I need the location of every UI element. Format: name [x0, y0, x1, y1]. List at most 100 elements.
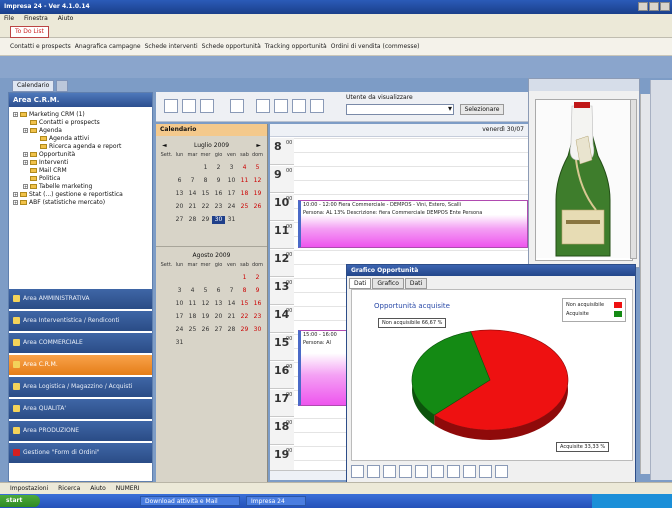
calendar-day[interactable]: 3: [225, 164, 238, 172]
calendar-day[interactable]: 1: [199, 164, 212, 172]
calendar-day[interactable]: 10: [225, 177, 238, 185]
calendar-day[interactable]: 28: [186, 216, 199, 224]
calendar-day[interactable]: 31: [173, 339, 186, 347]
calendar-day[interactable]: 6: [212, 287, 225, 295]
area-button[interactable]: Area AMMINISTRATIVA: [9, 289, 152, 309]
calendar-day[interactable]: 29: [238, 326, 251, 334]
maximize-button[interactable]: [649, 2, 659, 11]
area-button[interactable]: Area COMMERCIALE: [9, 333, 152, 353]
tab-data[interactable]: Dati: [349, 278, 372, 289]
calendar-day[interactable]: 2: [212, 164, 225, 172]
chart-type-icon[interactable]: [447, 465, 460, 478]
status-item[interactable]: Ricerca: [58, 485, 80, 492]
calendar-day[interactable]: 18: [238, 190, 251, 198]
area-button[interactable]: Area C.R.M.: [9, 355, 152, 375]
bookmark-item[interactable]: Tracking opportunità: [265, 43, 327, 50]
prev-month-icon[interactable]: ◄: [162, 142, 167, 149]
calendar-tab-icon[interactable]: [56, 80, 68, 92]
calendar-day[interactable]: 4: [238, 164, 251, 172]
calendar-day[interactable]: 30: [212, 216, 225, 224]
tree-item[interactable]: Ricerca agenda e report: [13, 143, 123, 151]
day-view-icon[interactable]: [256, 99, 270, 113]
calendar-day[interactable]: 13: [173, 190, 186, 198]
calendar-day[interactable]: 26: [251, 203, 264, 211]
rotate-icon[interactable]: [367, 465, 380, 478]
pointer-icon[interactable]: [351, 465, 364, 478]
calendar-day[interactable]: 17: [225, 190, 238, 198]
area-button[interactable]: Gestione "Form di Ordini": [9, 443, 152, 463]
todo-list-button[interactable]: To Do List: [10, 26, 49, 38]
tree-item[interactable]: + Tabelle marketing: [13, 183, 123, 191]
calendar-day[interactable]: 24: [225, 203, 238, 211]
menu-file[interactable]: File: [4, 15, 14, 22]
print-icon[interactable]: [200, 99, 214, 113]
menu-help[interactable]: Aiuto: [58, 15, 74, 22]
area-button[interactable]: Area PRODUZIONE: [9, 421, 152, 441]
expand-icon[interactable]: +: [13, 200, 18, 205]
calendar-day[interactable]: 20: [173, 203, 186, 211]
calendar-day[interactable]: 26: [199, 326, 212, 334]
calendar-day[interactable]: 4: [186, 287, 199, 295]
calendar-day[interactable]: 22: [199, 203, 212, 211]
expand-icon[interactable]: +: [13, 192, 18, 197]
calendar-day[interactable]: 9: [212, 177, 225, 185]
start-button[interactable]: start: [0, 495, 40, 507]
calendar-day[interactable]: 3: [173, 287, 186, 295]
calendar-day[interactable]: 15: [199, 190, 212, 198]
year-view-icon[interactable]: [310, 99, 324, 113]
expand-icon[interactable]: +: [13, 112, 18, 117]
calendar-day[interactable]: 12: [199, 300, 212, 308]
calendar-day[interactable]: 16: [212, 190, 225, 198]
calendar-day[interactable]: 27: [173, 216, 186, 224]
tree-item[interactable]: + Stat (...) gestione e reportistica: [13, 191, 123, 199]
expand-icon[interactable]: +: [23, 152, 28, 157]
calendar-day[interactable]: 16: [251, 300, 264, 308]
calendar-day[interactable]: 18: [186, 313, 199, 321]
tree-item[interactable]: Agenda attivi: [13, 135, 123, 143]
expand-icon[interactable]: +: [23, 160, 28, 165]
minimize-button[interactable]: [638, 2, 648, 11]
area-button[interactable]: Area Interventistica / Rendiconti: [9, 311, 152, 331]
calendar-day[interactable]: 21: [225, 313, 238, 321]
copy-icon[interactable]: [431, 465, 444, 478]
export-icon[interactable]: [479, 465, 492, 478]
zoom-icon[interactable]: [399, 465, 412, 478]
appointment-fiera[interactable]: 10:00 - 12:00 Fiera Commerciale - DEMPOS…: [298, 200, 528, 248]
tree-item[interactable]: Contatti e prospects: [13, 119, 123, 127]
area-button[interactable]: Area Logistica / Magazzino / Acquisti: [9, 377, 152, 397]
3d-icon[interactable]: [415, 465, 428, 478]
resource-select[interactable]: [346, 104, 454, 115]
next-month-icon[interactable]: ►: [256, 142, 261, 149]
calendar-day[interactable]: 17: [173, 313, 186, 321]
taskbar-item[interactable]: Impresa 24: [246, 496, 306, 506]
calendar-day[interactable]: 7: [186, 177, 199, 185]
calendar-day[interactable]: 24: [173, 326, 186, 334]
calendar-day[interactable]: 23: [212, 203, 225, 211]
month-view-icon[interactable]: [292, 99, 306, 113]
week-view-icon[interactable]: [274, 99, 288, 113]
calendar-day[interactable]: 6: [173, 177, 186, 185]
calendar-tab-button[interactable]: Calendario: [12, 80, 55, 92]
calendar-day[interactable]: 22: [238, 313, 251, 321]
new-document-icon[interactable]: [164, 99, 178, 113]
calendar-day[interactable]: 20: [212, 313, 225, 321]
calendar-day[interactable]: 8: [199, 177, 212, 185]
calendar-day[interactable]: 25: [186, 326, 199, 334]
tab-chart[interactable]: Grafico: [372, 278, 404, 289]
move-icon[interactable]: [383, 465, 396, 478]
bookmark-item[interactable]: Contatti e prospects: [10, 43, 71, 50]
save-chart-icon[interactable]: [495, 465, 508, 478]
calendar-day[interactable]: 9: [251, 287, 264, 295]
expand-icon[interactable]: +: [23, 128, 28, 133]
bookmark-item[interactable]: Ordini di vendita (commesse): [331, 43, 420, 50]
bookmark-item[interactable]: Schede interventi: [145, 43, 198, 50]
tree-item[interactable]: + Interventi: [13, 159, 123, 167]
tree-item[interactable]: + Marketing CRM (1): [13, 111, 123, 119]
calendar-day[interactable]: 23: [251, 313, 264, 321]
calendar-day[interactable]: 10: [173, 300, 186, 308]
calendar-day[interactable]: 25: [238, 203, 251, 211]
tab-data-2[interactable]: Dati: [404, 278, 428, 289]
calendar-day[interactable]: 31: [225, 216, 238, 224]
calendar-day[interactable]: 19: [199, 313, 212, 321]
menu-window[interactable]: Finestra: [24, 15, 48, 22]
